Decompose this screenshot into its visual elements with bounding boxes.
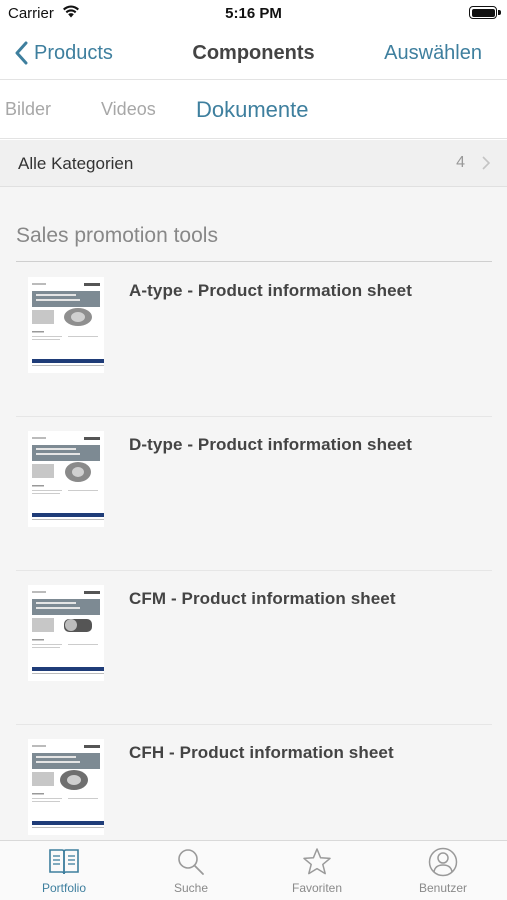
- tab-bar: Portfolio Suche Favoriten Benutzer: [0, 840, 507, 900]
- document-title: CFM - Product information sheet: [129, 589, 396, 608]
- tab-user-label: Benutzer: [418, 881, 468, 895]
- status-time: 5:16 PM: [225, 5, 282, 22]
- document-item[interactable]: D-type - Product information sheet: [16, 417, 492, 571]
- document-title: CFH - Product information sheet: [129, 743, 394, 762]
- section-divider: [16, 261, 492, 262]
- document-title: A-type - Product information sheet: [129, 281, 412, 300]
- user-icon: [428, 847, 458, 877]
- status-bar: Carrier 5:16 PM: [0, 0, 507, 28]
- book-icon: [49, 849, 79, 875]
- tab-favorites-label: Favoriten: [291, 881, 343, 895]
- back-button-label: Products: [34, 41, 113, 64]
- document-thumbnail: [28, 277, 104, 373]
- tab-portfolio[interactable]: Portfolio: [14, 847, 114, 900]
- tab-user[interactable]: Benutzer: [393, 847, 493, 900]
- document-thumbnail: [28, 739, 104, 835]
- document-list-area[interactable]: Alle Kategorien 4 Sales promotion tools …: [0, 140, 507, 840]
- media-tabs: Bilder Videos Dokumente: [0, 81, 507, 139]
- tab-portfolio-label: Portfolio: [41, 881, 87, 895]
- document-item[interactable]: CFH - Product information sheet: [16, 725, 492, 840]
- navigation-bar: Products Components Auswählen: [0, 28, 507, 80]
- category-filter-label: Alle Kategorien: [18, 154, 134, 173]
- tab-documents[interactable]: Dokumente: [196, 97, 309, 123]
- tab-favorites[interactable]: Favoriten: [267, 847, 367, 900]
- search-icon: [178, 849, 204, 875]
- tab-search[interactable]: Suche: [141, 847, 241, 900]
- document-thumbnail: [28, 431, 104, 527]
- category-filter-row[interactable]: Alle Kategorien 4: [0, 140, 507, 187]
- document-item[interactable]: CFM - Product information sheet: [16, 571, 492, 725]
- tab-search-label: Suche: [173, 881, 209, 895]
- section-title: Sales promotion tools: [16, 224, 218, 247]
- document-item[interactable]: A-type - Product information sheet: [16, 263, 492, 417]
- document-thumbnail: [28, 585, 104, 681]
- battery-icon: [469, 6, 497, 19]
- battery-cap: [498, 10, 501, 15]
- tab-videos[interactable]: Videos: [101, 99, 156, 120]
- document-title: D-type - Product information sheet: [129, 435, 412, 454]
- tab-images[interactable]: Bilder: [5, 99, 51, 120]
- chevron-right-icon: [482, 156, 490, 170]
- select-button[interactable]: Auswählen: [384, 42, 482, 65]
- chevron-left-icon: [15, 41, 28, 65]
- category-count: 4: [456, 154, 465, 171]
- star-icon: [303, 848, 331, 875]
- back-button[interactable]: Products: [14, 38, 113, 68]
